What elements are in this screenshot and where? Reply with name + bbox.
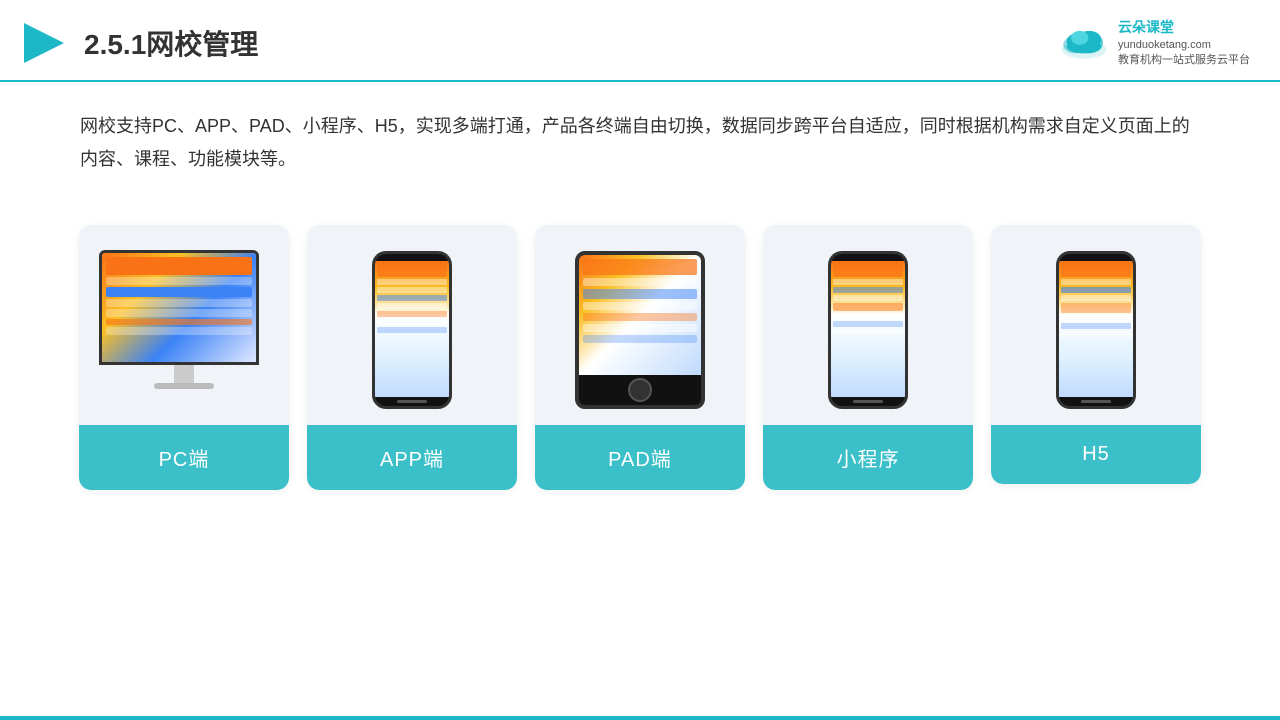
card-pc-label: PC端 [79, 425, 289, 490]
logo-icon [1058, 25, 1110, 61]
logo-domain: yunduoketang.com [1118, 38, 1250, 53]
card-mini-label: 小程序 [763, 425, 973, 490]
card-h5-image [991, 225, 1201, 425]
bottom-bar [0, 716, 1280, 720]
card-mini: 小程序 [763, 225, 973, 490]
card-mini-image [763, 225, 973, 425]
card-pad-image [535, 225, 745, 425]
logo-area: 云朵课堂 yunduoketang.com 教育机构一站式服务云平台 [1058, 18, 1250, 68]
header-left: 2.5.1网校管理 [20, 19, 258, 67]
card-app-label: APP端 [307, 425, 517, 490]
cards-section: PC端 APP端 [0, 195, 1280, 490]
play-icon [20, 19, 68, 67]
phone-h5-icon [1056, 251, 1136, 409]
phone-app-icon [372, 251, 452, 409]
card-pc-image [79, 225, 289, 425]
tablet-pad-icon [575, 251, 705, 409]
card-h5-label: H5 [991, 425, 1201, 484]
header: 2.5.1网校管理 云朵课堂 yunduoketang.com 教育机构一站式服… [0, 0, 1280, 82]
logo-tagline: 教育机构一站式服务云平台 [1118, 53, 1250, 68]
card-app: APP端 [307, 225, 517, 490]
description: 网校支持PC、APP、PAD、小程序、H5，实现多端打通，产品各终端自由切换，数… [0, 82, 1280, 185]
phone-mini-icon [828, 251, 908, 409]
card-h5: H5 [991, 225, 1201, 484]
logo-text: 云朵课堂 yunduoketang.com 教育机构一站式服务云平台 [1118, 18, 1250, 68]
card-pad: PAD端 [535, 225, 745, 490]
page-title: 2.5.1网校管理 [84, 23, 258, 63]
card-app-image [307, 225, 517, 425]
pc-monitor-icon [99, 250, 269, 410]
card-pad-label: PAD端 [535, 425, 745, 490]
logo-name: 云朵课堂 [1118, 18, 1250, 38]
description-text: 网校支持PC、APP、PAD、小程序、H5，实现多端打通，产品各终端自由切换，数… [80, 116, 1190, 168]
card-pc: PC端 [79, 225, 289, 490]
